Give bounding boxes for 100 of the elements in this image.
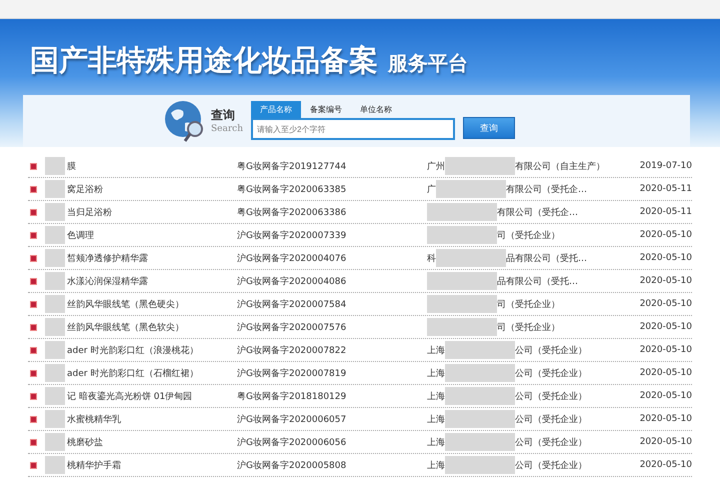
- record-date: 2020-05-10: [638, 322, 692, 332]
- blurred-block: [445, 341, 515, 359]
- blurred-block: [45, 387, 65, 405]
- blurred-block: [45, 203, 65, 221]
- product-link[interactable]: 丝韵风华眼线笔（黑色硬尖）: [67, 298, 184, 310]
- record-date: 2020-05-10: [638, 345, 692, 355]
- company-name: 品有限公司（受托…: [506, 252, 587, 264]
- search-field[interactable]: 请输入至少2个字符: [251, 118, 455, 140]
- blurred-block: [445, 387, 515, 405]
- record-date: 2020-05-10: [638, 276, 692, 286]
- product-link[interactable]: 水漾沁润保湿精华露: [67, 274, 148, 288]
- blurred-block: [45, 295, 65, 313]
- bullet-icon: [30, 392, 37, 400]
- record-number: 沪G妆网备字2020007822: [237, 344, 348, 356]
- company-name-start: 上海: [427, 436, 445, 448]
- record-date: 2020-05-10: [638, 230, 692, 240]
- blurred-block: [45, 249, 65, 267]
- record-date: 2020-05-11: [638, 184, 692, 194]
- company-name: 司（受托企业）: [497, 322, 560, 334]
- blurred-block: [45, 318, 65, 336]
- blurred-block: [436, 249, 506, 267]
- record-number: 沪G妆网备字2020006056: [237, 436, 348, 448]
- record-number: 沪G妆网备字2020007584: [237, 298, 348, 310]
- blurred-block: [436, 180, 506, 198]
- blurred-block: [445, 364, 515, 382]
- bullet-icon: [30, 186, 37, 192]
- blurred-block: [445, 433, 515, 451]
- product-link[interactable]: 当归足浴粉: [67, 206, 112, 218]
- record-date: 2020-05-10: [638, 391, 692, 401]
- blurred-block: [427, 226, 497, 244]
- blurred-block: [445, 456, 515, 474]
- record-number: 粤G妆网备字2019127744: [237, 160, 348, 172]
- company-name: 有限公司（受托企…: [497, 206, 578, 218]
- blurred-block: [427, 203, 497, 221]
- bullet-icon: [30, 300, 37, 308]
- record-date: 2020-05-10: [638, 460, 692, 470]
- blurred-block: [45, 364, 65, 382]
- company-name-start: 上海: [427, 390, 445, 402]
- record-date: 2020-05-10: [638, 368, 692, 378]
- product-link[interactable]: 桃精华护手霜: [67, 458, 121, 472]
- product-link[interactable]: 皙颊净透修护精华露: [67, 252, 148, 264]
- record-number: 沪G妆网备字2020007576: [237, 322, 348, 334]
- company-name: 司（受托企业）: [497, 230, 560, 242]
- record-date: 2020-05-10: [638, 253, 692, 263]
- record-date: 2020-05-10: [638, 299, 692, 309]
- site-subtitle: 服务平台: [388, 50, 468, 77]
- company-name-start: 广州: [427, 160, 445, 172]
- record-number: 粤G妆网备字2020063386: [237, 206, 348, 218]
- product-link[interactable]: ader 时光韵彩口红（浪漫桃花）: [67, 344, 198, 356]
- bullet-icon: [30, 438, 37, 446]
- record-number: 沪G妆网备字2020006057: [237, 414, 348, 426]
- bullet-icon: [30, 208, 37, 216]
- blurred-block: [45, 157, 65, 175]
- company-name-start: 上海: [427, 344, 445, 356]
- record-number: 沪G妆网备字2020004076: [237, 252, 348, 264]
- product-link[interactable]: 丝韵风华眼线笔（黑色软尖）: [67, 320, 184, 334]
- bullet-icon: [30, 232, 37, 238]
- search-tab[interactable]: 备案编号: [301, 101, 351, 118]
- record-date: 2020-05-10: [638, 437, 692, 447]
- site-title: 国产非特殊用途化妆品备案: [30, 42, 378, 79]
- bullet-icon: [30, 462, 37, 468]
- record-number: 沪G妆网备字2020004086: [237, 276, 348, 288]
- company-name-start: 上海: [427, 414, 445, 426]
- product-link[interactable]: ader 时光韵彩口红（石榴红裙）: [67, 366, 198, 380]
- record-date: 2020-05-10: [638, 414, 692, 424]
- record-number: 沪G妆网备字2020005808: [237, 460, 348, 472]
- blurred-block: [427, 295, 497, 313]
- blurred-block: [445, 410, 515, 428]
- search-label: 查询: [211, 107, 236, 124]
- bullet-icon: [30, 278, 37, 284]
- search-button[interactable]: 查询: [463, 117, 515, 140]
- bullet-icon: [30, 254, 37, 262]
- blurred-block: [45, 341, 65, 359]
- blurred-block: [45, 180, 65, 198]
- search-tab[interactable]: 单位名称: [351, 101, 401, 118]
- search-tab[interactable]: 产品名称: [251, 101, 301, 118]
- blurred-block: [427, 318, 497, 336]
- company-name: 公司（受托企业）: [515, 414, 587, 426]
- company-name: 有限公司（自主生产）: [515, 160, 605, 172]
- product-link[interactable]: 水蜜桃精华乳: [67, 412, 121, 426]
- product-link[interactable]: 桃磨砂盐: [67, 436, 103, 448]
- company-name-start: 上海: [427, 368, 445, 380]
- record-number: 粤G妆网备字2018180129: [237, 390, 348, 402]
- blurred-block: [427, 272, 497, 290]
- product-link[interactable]: 记 暗夜鎏光高光粉饼 01伊甸园: [67, 390, 192, 402]
- product-link[interactable]: 膜: [67, 160, 76, 172]
- company-name: 公司（受托企业）: [515, 460, 587, 472]
- product-link[interactable]: 窝足浴粉: [67, 182, 103, 196]
- search-label-english: Search: [211, 124, 244, 134]
- record-number: 沪G妆网备字2020007819: [237, 368, 348, 380]
- product-link[interactable]: 色调理: [67, 228, 94, 242]
- company-name: 公司（受托企业）: [515, 436, 587, 448]
- blurred-block: [45, 433, 65, 451]
- company-name: 公司（受托企业）: [515, 368, 587, 380]
- company-name: 公司（受托企业）: [515, 390, 587, 402]
- record-date: 2020-05-11: [638, 207, 692, 217]
- company-name-start: 广: [427, 184, 436, 196]
- blurred-block: [45, 272, 65, 290]
- company-name: 公司（受托企业）: [515, 344, 587, 356]
- bullet-icon: [30, 324, 37, 330]
